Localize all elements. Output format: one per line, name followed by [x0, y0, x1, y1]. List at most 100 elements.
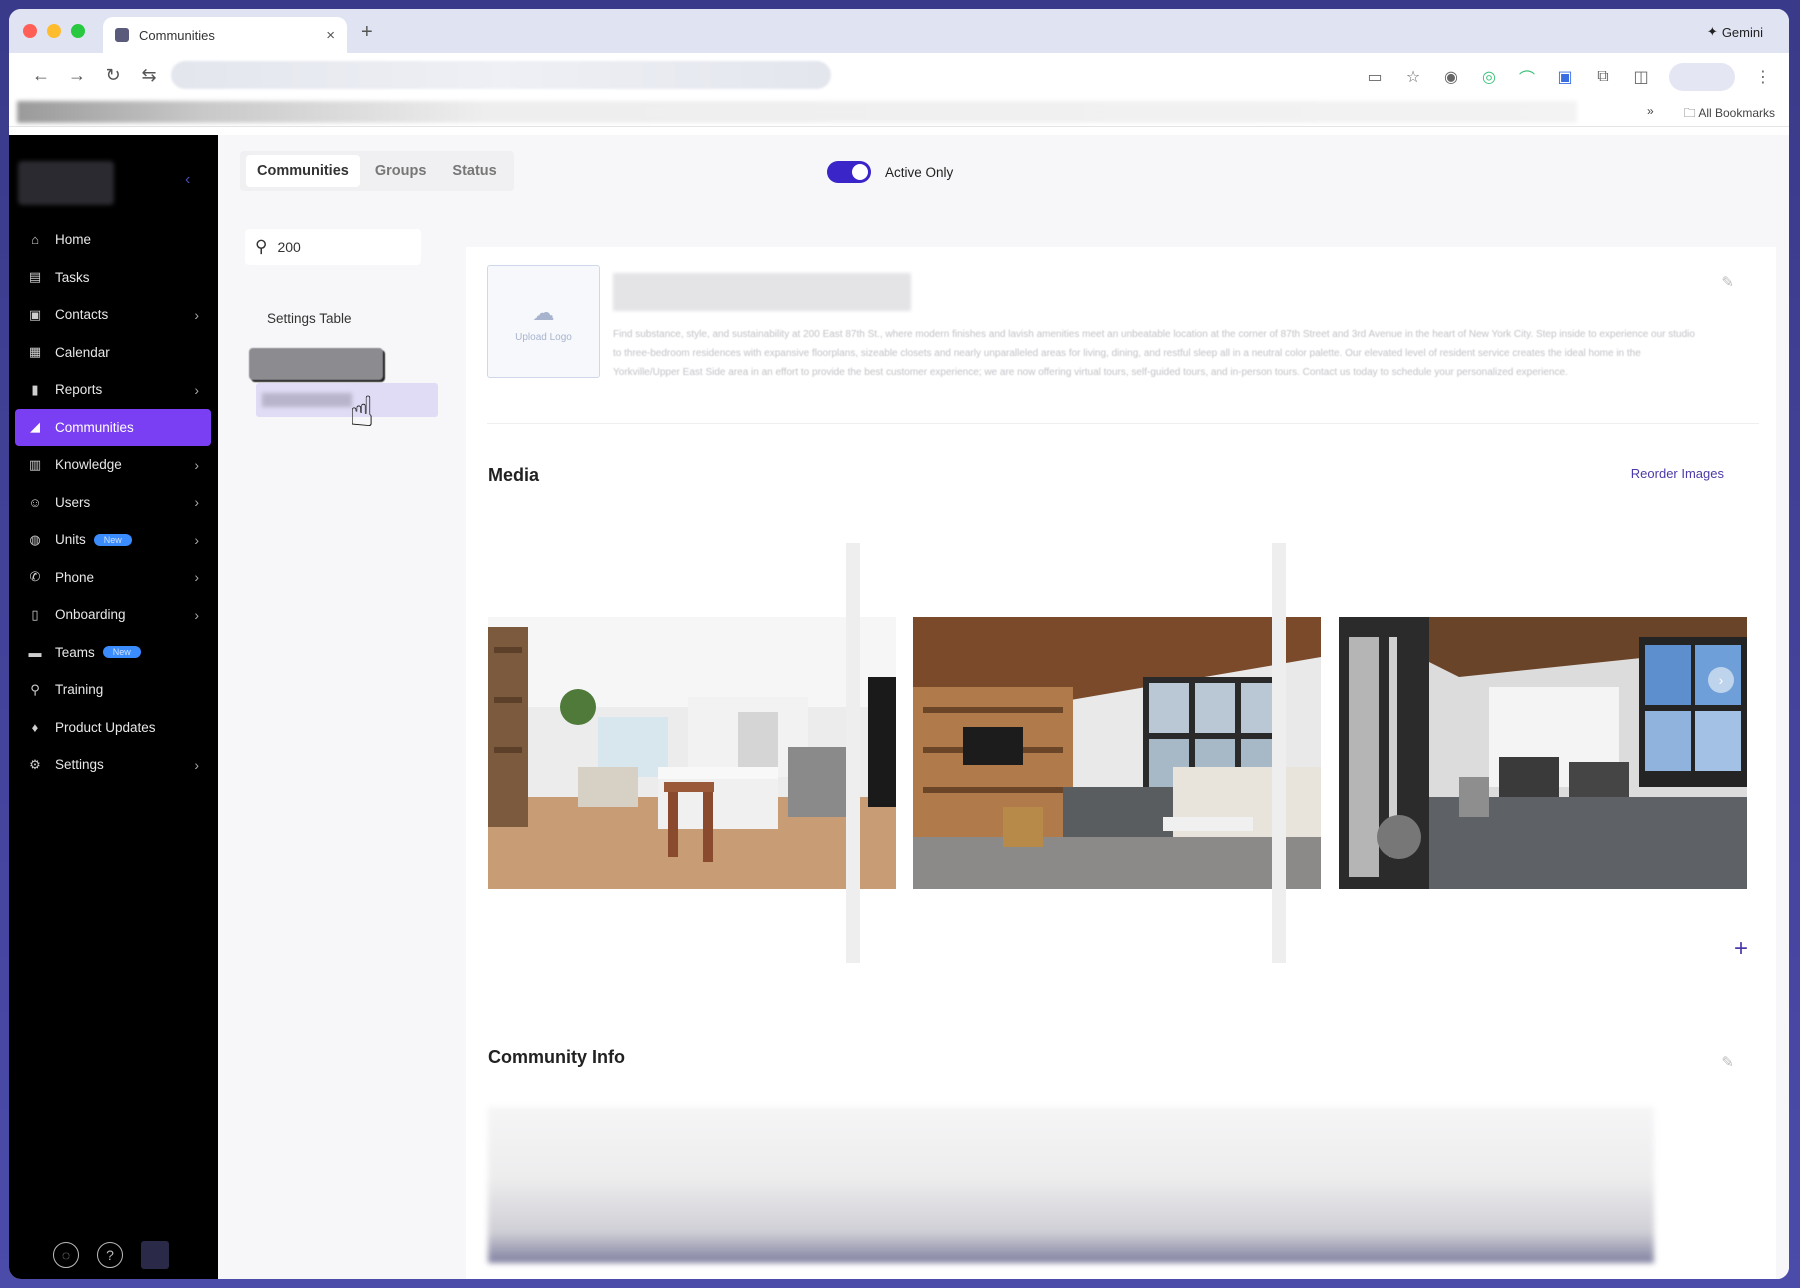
- sidebar-item-home[interactable]: ⌂ Home: [15, 221, 211, 259]
- community-list-item[interactable]: [249, 348, 383, 380]
- address-bar[interactable]: [171, 61, 831, 89]
- calendar-icon: ▦: [28, 344, 42, 360]
- sidebar-item-onboarding[interactable]: ▯ Onboarding ›: [15, 596, 211, 634]
- extension-blue-icon[interactable]: ▣: [1555, 67, 1575, 87]
- tab-groups[interactable]: Groups: [364, 155, 438, 187]
- contacts-icon: ▣: [28, 306, 42, 322]
- community-search[interactable]: ⚲ 200: [245, 229, 421, 265]
- back-icon[interactable]: ←: [23, 65, 59, 86]
- media-card[interactable]: [913, 543, 1322, 935]
- site-settings-icon[interactable]: ⇆: [131, 65, 167, 86]
- close-window-button[interactable]: [23, 24, 37, 38]
- active-only-label: Active Only: [885, 164, 954, 180]
- community-list-item-selected[interactable]: [256, 383, 438, 417]
- menu-kebab-icon[interactable]: ⋮: [1753, 67, 1773, 87]
- sidebar-item-label: Reports: [55, 382, 103, 398]
- bookmark-star-icon[interactable]: ☆: [1403, 67, 1423, 87]
- sidebar-item-contacts[interactable]: ▣ Contacts ›: [15, 296, 211, 334]
- media-title: Media: [488, 465, 540, 485]
- chevron-right-icon: ›: [194, 756, 199, 773]
- add-image-button[interactable]: +: [1734, 935, 1748, 963]
- living-room-photo[interactable]: [913, 617, 1322, 889]
- media-card[interactable]: [488, 543, 896, 935]
- tab-status[interactable]: Status: [441, 155, 507, 187]
- sidebar-item-label: Knowledge: [55, 457, 122, 473]
- upload-logo-button[interactable]: ☁ Upload Logo: [487, 265, 600, 378]
- media-card[interactable]: ›: [1338, 543, 1747, 935]
- page-tabs: Communities Groups Status: [240, 151, 514, 191]
- chevron-right-icon: ›: [194, 606, 199, 623]
- units-icon: ◍: [29, 531, 41, 547]
- sidebar-item-label: Calendar: [55, 344, 110, 360]
- reorder-images-link[interactable]: Reorder Images: [1631, 466, 1724, 481]
- settings-table-link[interactable]: Settings Table: [267, 311, 352, 326]
- extensions-puzzle-icon[interactable]: ⧉: [1593, 68, 1613, 86]
- browser-window: Communities × + ✦ Gemini ← → ↻ ⇆ ▭ ☆ ◉ ◎…: [9, 9, 1789, 1279]
- sidebar-item-settings[interactable]: ⚙ Settings ›: [15, 746, 211, 784]
- cast-icon[interactable]: ▭: [1365, 67, 1385, 87]
- sparkle-icon: ✦: [1706, 24, 1718, 39]
- sidebar-item-product-updates[interactable]: ♦ Product Updates: [15, 709, 211, 747]
- teams-icon: ▬: [28, 644, 42, 660]
- fitness-center-photo[interactable]: [1338, 617, 1747, 889]
- bookmarks-overflow-icon[interactable]: »: [1647, 104, 1654, 125]
- active-only-toggle[interactable]: [827, 161, 871, 183]
- reload-icon[interactable]: ↻: [95, 65, 131, 86]
- gemini-button[interactable]: ✦ Gemini: [1697, 20, 1773, 44]
- edit-community-info-icon[interactable]: ✎: [1721, 1053, 1734, 1071]
- onboarding-icon: ▯: [31, 606, 39, 622]
- help-icon[interactable]: ?: [97, 1242, 123, 1268]
- carousel-next-button[interactable]: ›: [1707, 667, 1734, 693]
- support-icon[interactable]: ◌: [53, 1242, 79, 1268]
- extension-arc-icon[interactable]: ⌒: [1517, 65, 1537, 89]
- forward-icon[interactable]: →: [59, 65, 95, 86]
- window-controls: [23, 24, 85, 38]
- close-tab-icon[interactable]: ×: [326, 27, 335, 44]
- app-logo: [18, 161, 114, 205]
- bookmarks-bar: » 🗀 All Bookmarks: [9, 97, 1789, 127]
- tab-communities[interactable]: Communities: [246, 155, 360, 187]
- sidebar-item-label: Units: [55, 532, 86, 548]
- all-bookmarks-button[interactable]: 🗀 All Bookmarks: [1684, 104, 1775, 125]
- kitchen-photo[interactable]: [488, 617, 896, 889]
- extension-green-icon[interactable]: ◎: [1479, 67, 1499, 87]
- sidebar-item-users[interactable]: ☺ Users ›: [15, 484, 211, 522]
- knowledge-icon: ▥: [28, 456, 42, 472]
- sidebar-item-teams[interactable]: ▬ Teams New: [15, 634, 211, 672]
- avatar[interactable]: [141, 1241, 169, 1269]
- community-description: Find substance, style, and sustainabilit…: [613, 329, 1695, 378]
- sidebar-item-tasks[interactable]: ▤ Tasks: [15, 259, 211, 297]
- sidebar-item-phone[interactable]: ✆ Phone ›: [15, 559, 211, 597]
- sidebar-item-reports[interactable]: ▮ Reports ›: [15, 371, 211, 409]
- browser-toolbar: ← → ↻ ⇆ ▭ ☆ ◉ ◎ ⌒ ▣ ⧉ ◫ ⋮: [9, 53, 1789, 97]
- chevron-right-icon: ›: [194, 531, 199, 548]
- search-icon: ⚲: [255, 237, 268, 256]
- edit-pencil-icon[interactable]: ✎: [1721, 273, 1734, 291]
- browser-tab-title: Communities: [139, 27, 215, 43]
- toolbar-icons: ▭ ☆ ◉ ◎ ⌒ ▣ ⧉ ◫ ⋮: [1365, 63, 1773, 91]
- sidebar-item-communities[interactable]: ◢ Communities: [15, 408, 211, 446]
- minimize-window-button[interactable]: [47, 24, 61, 38]
- browser-tab-strip: Communities × + ✦ Gemini: [9, 9, 1789, 53]
- community-list-item-label: [262, 393, 352, 407]
- side-panel-icon[interactable]: ◫: [1631, 67, 1651, 87]
- sidebar-item-units[interactable]: ◍ Units New ›: [15, 521, 211, 559]
- sidebar-item-label: Home: [55, 232, 92, 248]
- upload-cloud-icon: ☁: [532, 300, 555, 325]
- users-icon: ☺: [28, 494, 42, 510]
- extension-icon[interactable]: ◉: [1441, 67, 1461, 87]
- sidebar-item-knowledge[interactable]: ▥ Knowledge ›: [15, 446, 211, 484]
- product-updates-icon: ♦: [31, 719, 39, 735]
- maximize-window-button[interactable]: [71, 24, 85, 38]
- gemini-label: Gemini: [1721, 24, 1763, 40]
- profile-button[interactable]: [1669, 63, 1735, 91]
- reports-icon: ▮: [31, 381, 39, 397]
- browser-tab[interactable]: Communities ×: [103, 17, 347, 53]
- sidebar-item-calendar[interactable]: ▦ Calendar: [15, 334, 211, 372]
- chevron-left-icon[interactable]: ‹: [185, 171, 190, 189]
- sidebar-item-training[interactable]: ⚲ Training: [15, 671, 211, 709]
- search-input[interactable]: 200: [277, 239, 300, 255]
- chevron-right-icon: ›: [194, 306, 199, 323]
- sidebar-item-label: Settings: [55, 757, 104, 773]
- new-tab-button[interactable]: +: [361, 21, 373, 44]
